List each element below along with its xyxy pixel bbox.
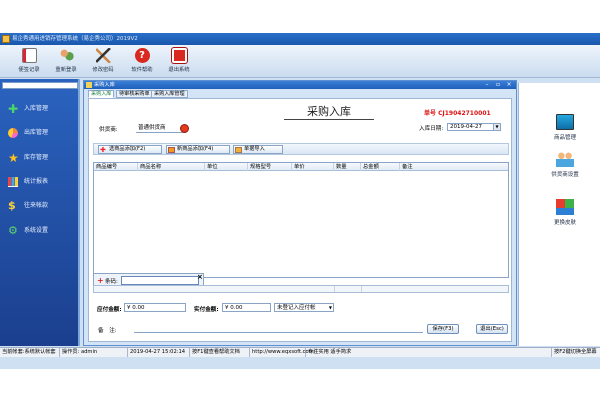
column-header: 单位 — [205, 163, 248, 171]
add-icon: + — [97, 276, 104, 285]
help-button[interactable]: ? 软件帮助 — [127, 47, 157, 77]
date-dropdown[interactable]: 2019-04-27 ▼ — [447, 123, 501, 131]
notepad-icon — [21, 48, 37, 63]
paid-label: 实付金额: — [194, 307, 219, 313]
sidebar-search-field[interactable] — [2, 82, 78, 89]
barcode-label: 条码: — [105, 279, 118, 285]
column-header: 备注 — [402, 164, 413, 170]
computer-icon — [556, 114, 574, 130]
plus-icon: ✚ — [8, 102, 19, 116]
window-titlebar: 易企秀通用进销存管理系统（易企秀公司）2019V2 — [0, 33, 600, 45]
notes-button[interactable]: 便签记录 — [14, 47, 44, 77]
exit-system-button[interactable]: 退出系统 — [164, 47, 194, 77]
main-toolbar: 便签记录 重新登录 修改密码 ? 软件帮助 退出系统 — [0, 45, 600, 78]
change-skin-shortcut[interactable]: 更换皮肤 — [545, 199, 585, 226]
close-icon[interactable]: × — [504, 81, 514, 88]
keys-icon — [95, 48, 111, 63]
chevron-down-icon: ▼ — [493, 124, 500, 130]
stock-in-form: 采购入库 单号 CJ19042710001 供货商: 普通供货商 入库日期: 2… — [88, 98, 512, 342]
people-icon — [556, 151, 574, 167]
hotkey-hint: 按F2键切换全屏幕 — [554, 349, 597, 355]
product-management-shortcut[interactable]: 商品管理 — [545, 114, 585, 141]
sidebar-item-settings[interactable]: ⚙ 系统设置 — [8, 224, 48, 238]
bar-chart-icon — [8, 177, 18, 187]
supplier-field[interactable]: 普通供货商 — [136, 125, 186, 133]
tab-purchase-stock-in[interactable]: 采购入库 — [88, 90, 115, 98]
date-label: 入库日期: — [419, 126, 444, 132]
note-label: 备 注: — [98, 328, 117, 334]
minimize-icon[interactable]: – — [482, 81, 492, 88]
totals-row — [93, 285, 509, 293]
users-icon — [58, 48, 74, 63]
website-link[interactable]: http://www.eqxsoft.com/ — [250, 348, 315, 357]
exit-icon — [171, 48, 187, 63]
sidebar-item-reports[interactable]: 统计报表 — [8, 175, 48, 189]
pie-chart-icon — [8, 128, 18, 138]
new-icon — [168, 147, 175, 153]
add-icon: ✚ — [100, 146, 106, 154]
supplier-picker-icon[interactable] — [180, 124, 189, 133]
sidebar-item-stock-out[interactable]: 出库管理 — [8, 126, 48, 140]
right-shortcut-panel: 商品管理 供货商设置 更换皮肤 — [518, 83, 600, 346]
amount-total-cell — [361, 286, 400, 292]
select-product-button[interactable]: ✚ 选商品添加(F2) — [98, 145, 162, 154]
current-account: 当前帐套:系统默认帐套 — [0, 348, 60, 357]
chevron-down-icon: ▼ — [328, 305, 332, 310]
form-title: 采购入库 — [284, 103, 374, 120]
document-icon — [86, 82, 92, 88]
table-header: 商品编号 商品名称 单位 规格型号 单价 数量 总金额 备注 — [94, 163, 508, 171]
note-field[interactable] — [134, 325, 423, 333]
paid-amount-field[interactable]: ¥ 0.00 — [222, 303, 271, 312]
payable-label: 应付金额: — [97, 307, 122, 313]
new-product-button[interactable]: 新商品添加(F4) — [166, 145, 230, 154]
column-header: 单价 — [292, 163, 334, 171]
import-icon — [235, 147, 242, 153]
document-caption: 采购入库 – ▫ × — [84, 81, 516, 89]
status-bar: 当前帐套:系统默认帐套 操作员: admin 2019-04-27 15:02:… — [0, 347, 600, 357]
dollar-icon: $ — [8, 199, 16, 212]
items-table[interactable]: 商品编号 商品名称 单位 规格型号 单价 数量 总金额 备注 — [93, 162, 509, 278]
sidebar-item-stock-in[interactable]: ✚ 入库管理 — [8, 102, 48, 116]
supplier-label: 供货商: — [99, 127, 118, 133]
payable-amount: ¥ 0.00 — [124, 303, 186, 312]
tab-pending-orders[interactable]: 待审核采购单 — [116, 90, 153, 98]
column-header: 规格型号 — [248, 163, 292, 171]
tab-stock-in-management[interactable]: 采购入库管理 — [151, 90, 188, 98]
document-window: 采购入库 – ▫ × 采购入库 待审核采购单 采购入库管理 采购入库 单号 CJ… — [83, 80, 517, 346]
current-datetime: 2019-04-27 15:02:14 — [128, 348, 190, 357]
action-bar: ✚ 选商品添加(F2) 新商品添加(F4) 单据导入 — [93, 143, 509, 155]
star-icon: ★ — [8, 151, 19, 165]
slogan-text: 专注实用 适手简求 — [306, 348, 552, 357]
column-header: 商品名称 — [138, 163, 205, 171]
order-number: 单号 CJ19042710001 — [424, 110, 491, 117]
current-operator: 操作员: admin — [60, 348, 128, 357]
help-link[interactable]: 按F1键查看帮助文档 — [190, 348, 250, 357]
help-icon: ? — [134, 48, 150, 63]
save-button[interactable]: 保存(F3) — [427, 324, 459, 334]
relogin-button[interactable]: 重新登录 — [51, 47, 81, 77]
column-header: 商品编号 — [94, 163, 138, 171]
supplier-settings-shortcut[interactable]: 供货商设置 — [545, 151, 585, 178]
close-icon[interactable]: × — [197, 273, 203, 281]
cubes-icon — [556, 199, 574, 215]
app-icon — [2, 35, 10, 43]
window-title: 易企秀通用进销存管理系统（易企秀公司）2019V2 — [12, 36, 138, 42]
column-header: 数量 — [334, 163, 361, 171]
quantity-total-cell — [334, 286, 361, 292]
exit-button[interactable]: 退出(Esc) — [476, 324, 508, 334]
barcode-input[interactable] — [121, 276, 199, 285]
change-password-button[interactable]: 修改密码 — [88, 47, 118, 77]
column-header: 总金额 — [361, 163, 400, 171]
sidebar-item-inventory[interactable]: ★ 库存管理 — [8, 151, 48, 165]
sidebar-item-accounts[interactable]: $ 往来帐款 — [8, 199, 48, 213]
import-button[interactable]: 单据导入 — [233, 145, 283, 154]
payment-method-dropdown[interactable]: 未登记入应付帐 ▼ — [274, 303, 334, 312]
gear-icon: ⚙ — [8, 224, 18, 237]
restore-icon[interactable]: ▫ — [493, 81, 503, 88]
